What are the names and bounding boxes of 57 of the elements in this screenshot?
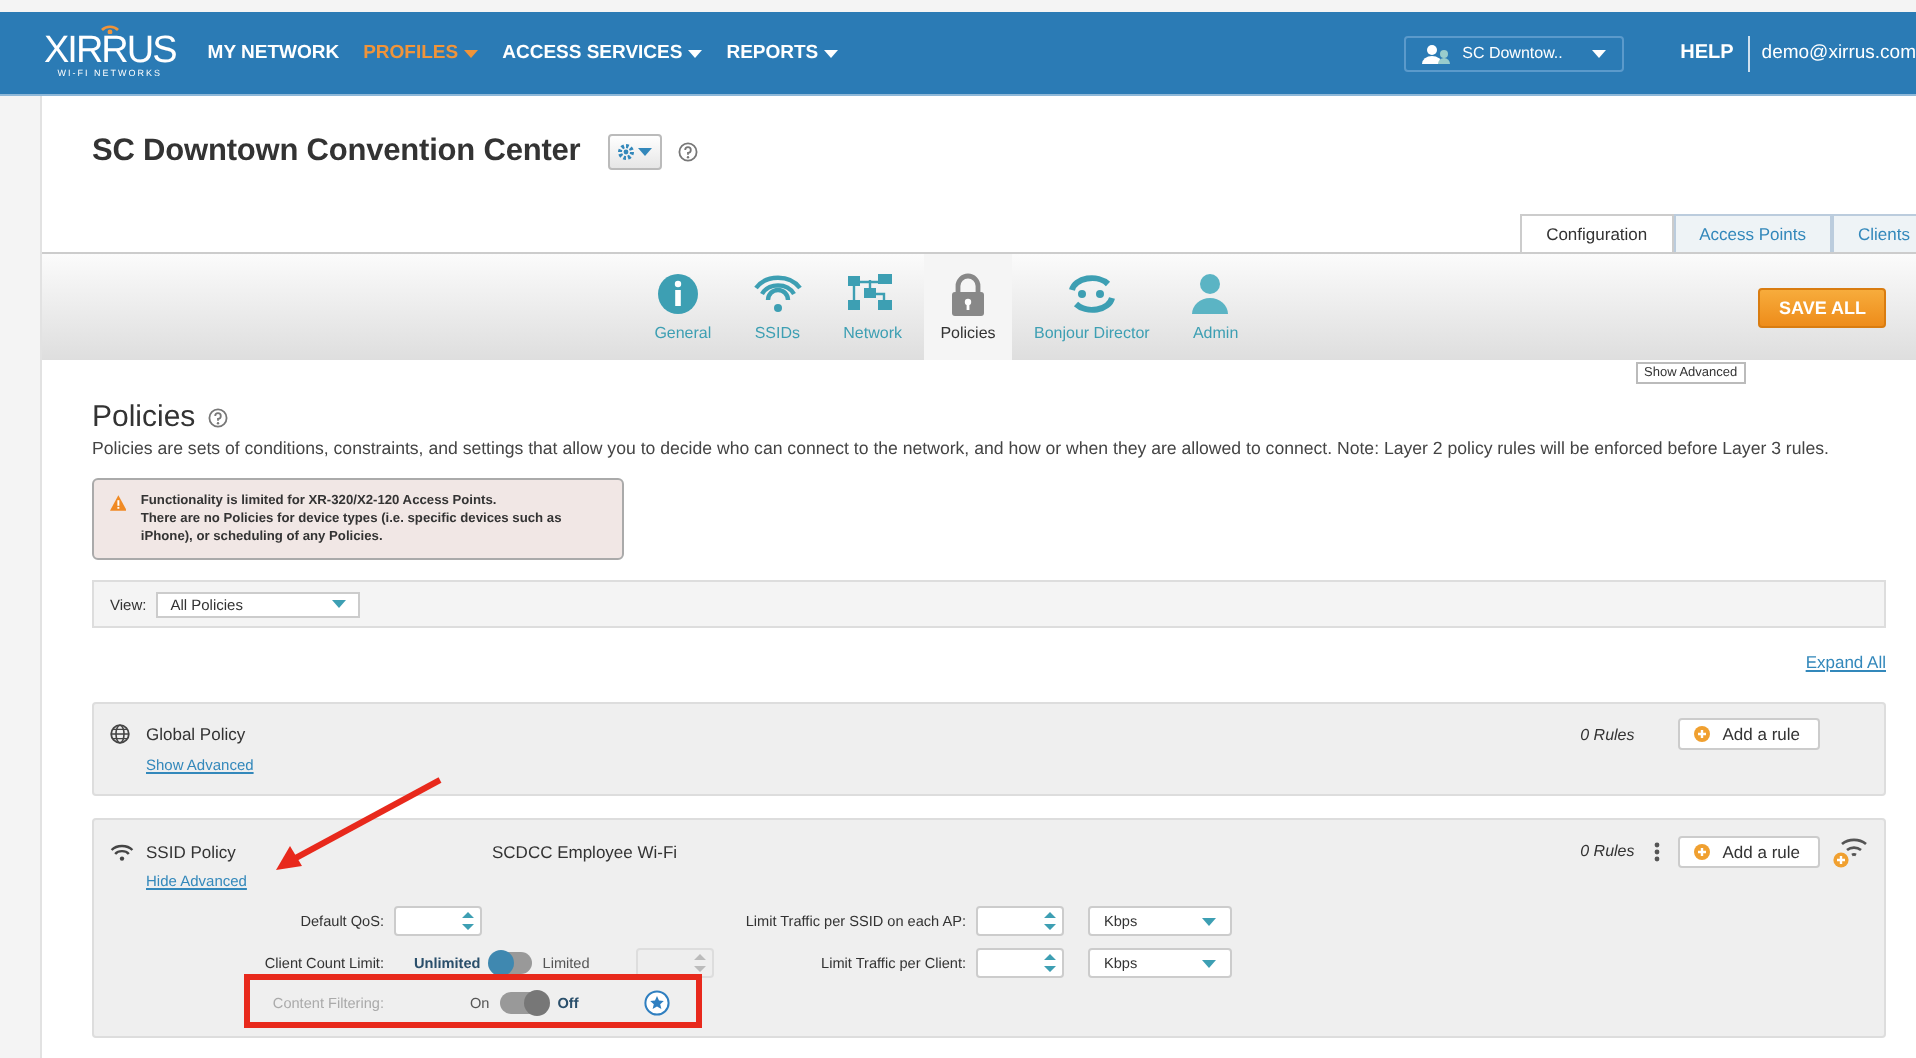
wifi-icon [751, 272, 804, 316]
add-rule-button[interactable]: Add a rule [1678, 718, 1820, 750]
expand-all-link[interactable]: Expand All [1805, 652, 1886, 680]
rule-count: 0 Rules [1580, 725, 1635, 743]
section-tab[interactable]: General [638, 254, 728, 360]
add-rule-button[interactable]: Add a rule [1678, 835, 1820, 867]
caret-icon [1592, 49, 1607, 57]
toggle-switch[interactable] [490, 952, 533, 974]
number-spinner[interactable] [976, 948, 1064, 978]
section-tab[interactable]: Policies [924, 254, 1012, 360]
nav-menu-item[interactable]: MY NETWORK [207, 42, 340, 64]
users-icon [1422, 43, 1451, 63]
caret-icon [332, 600, 347, 608]
warning-icon [110, 492, 127, 514]
plus-icon [1694, 726, 1711, 742]
description: Policies are sets of conditions, constraints, and settings that allow you to decide who can connect to the network, and how or when they are allowed to connect. Note: Layer 2 policy rules will be enforced before Layer 3 rules. [92, 438, 1831, 458]
number-spinner[interactable] [976, 906, 1064, 936]
help-link[interactable]: HELP [1680, 35, 1750, 71]
wifi-add-icon [1832, 834, 1868, 868]
rule-count: 0 Rules [1580, 842, 1635, 860]
caret-icon [464, 49, 479, 57]
ssid-name: SCDCC Employee Wi-Fi [492, 841, 680, 861]
help-icon [678, 142, 699, 162]
globe-icon [110, 724, 130, 744]
wifi-icon [99, 22, 120, 34]
caret-icon [638, 148, 653, 156]
settings-dropdown[interactable] [608, 134, 663, 170]
padlock-icon [948, 272, 988, 316]
section-heading: Policies [92, 400, 196, 434]
stepper-icon [1044, 912, 1056, 930]
section-tab[interactable]: Network [827, 254, 918, 360]
section-tab[interactable]: SSIDs [733, 254, 822, 360]
caret-icon [1202, 959, 1216, 967]
wifi-icon [110, 841, 134, 861]
profile-dropdown[interactable]: SC Downtow.. [1404, 35, 1625, 71]
nav-menu-item[interactable]: REPORTS [726, 42, 839, 64]
number-spinner[interactable] [394, 906, 482, 936]
caret-icon [688, 49, 703, 57]
user-account-link[interactable]: demo@xirrus.com [1749, 42, 1916, 64]
stepper-icon [1044, 954, 1056, 972]
section-tab[interactable]: Bonjour Director [1018, 254, 1166, 360]
help-icon [207, 407, 228, 427]
plus-icon [1694, 843, 1711, 859]
logo-name: XIRRUS [44, 34, 176, 68]
nav-menu-item[interactable]: ACCESS SERVICES [502, 42, 703, 64]
tab[interactable]: Access Points [1673, 214, 1833, 252]
tab[interactable]: Configuration [1520, 214, 1674, 252]
policy-name: Global Policy [146, 724, 248, 744]
stepper-icon [694, 954, 706, 972]
tab[interactable]: Clients [1832, 214, 1916, 252]
caret-icon [1202, 917, 1216, 925]
caret-icon [824, 49, 839, 57]
page-title: SC Downtown Convention Center [92, 134, 581, 170]
section-tab[interactable]: Admin [1171, 254, 1260, 360]
more-menu-icon[interactable] [1653, 841, 1660, 861]
stepper-icon [462, 912, 474, 930]
policy-name: SSID Policy [146, 841, 238, 861]
